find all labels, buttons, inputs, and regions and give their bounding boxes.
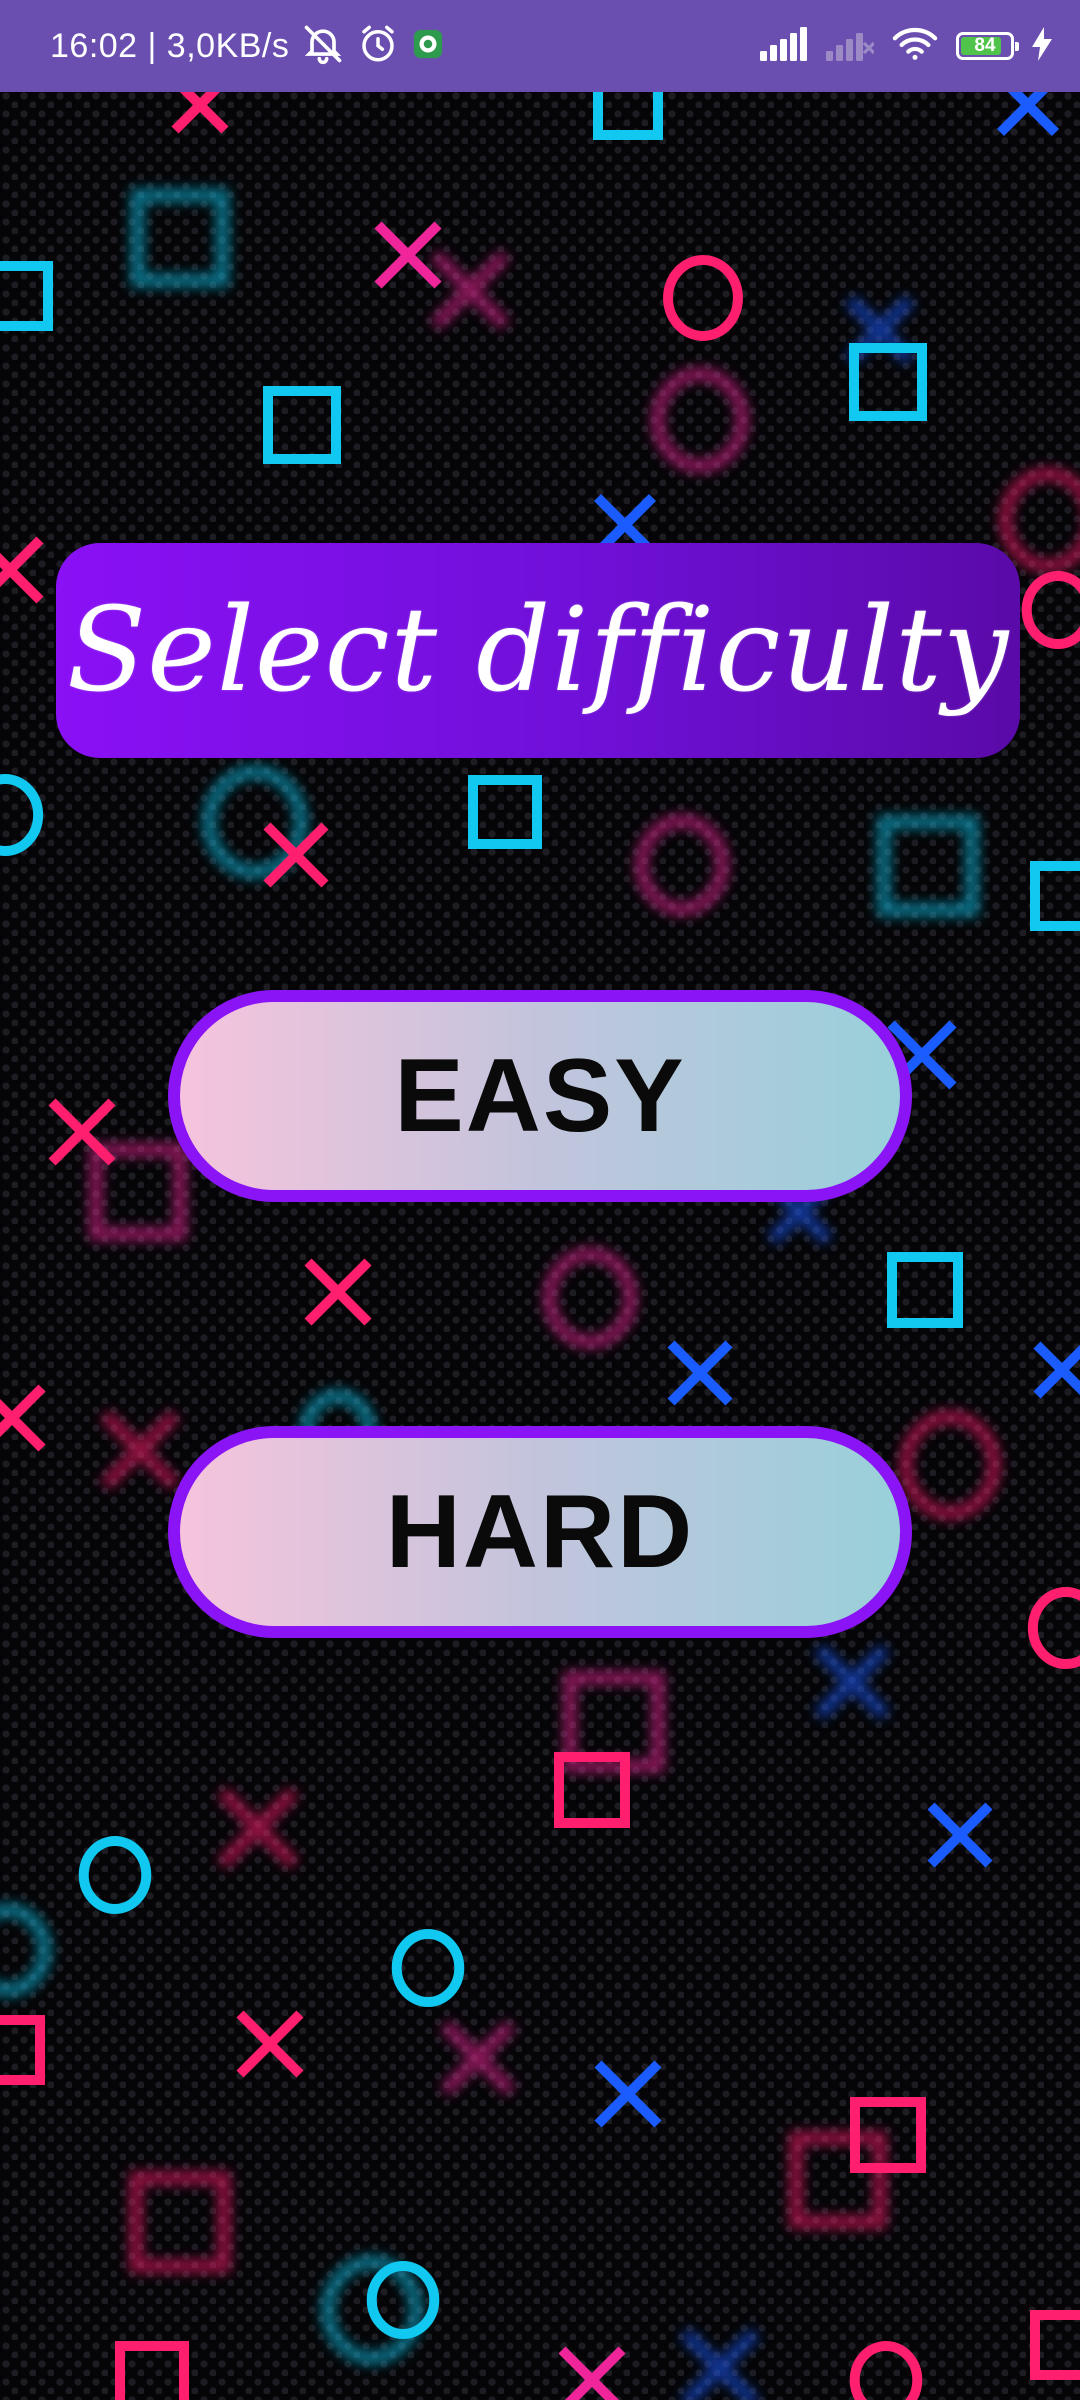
decor-square-symbol	[115, 2341, 189, 2400]
decor-square-symbol	[130, 188, 230, 288]
decor-square-symbol	[877, 815, 979, 917]
status-right: 84	[760, 0, 1052, 92]
decor-x-symbol	[667, 1340, 733, 1406]
app-notification-icon	[411, 27, 445, 65]
battery-icon: 84	[956, 32, 1019, 60]
decor-x-symbol	[814, 1644, 890, 1720]
decor-square-symbol	[1030, 861, 1080, 931]
decor-o-symbol	[650, 367, 750, 473]
decor-square-symbol	[789, 2131, 887, 2229]
decor-square-symbol	[468, 775, 542, 849]
signal-no-service-icon	[826, 27, 876, 65]
decor-x-symbol	[927, 1802, 993, 1868]
decor-x-symbol	[0, 1384, 46, 1452]
title-banner: Select difficulty	[56, 543, 1020, 758]
decor-x-symbol	[0, 536, 44, 604]
decor-x-symbol	[217, 1787, 299, 1869]
alarm-icon	[357, 23, 399, 69]
decor-square-symbol	[0, 2015, 45, 2085]
status-bar: 16:02 | 3,0KB/s 84	[0, 0, 1080, 92]
hard-button[interactable]: HARD	[168, 1426, 912, 1638]
charging-bolt-icon	[1032, 27, 1052, 65]
easy-button[interactable]: EASY	[168, 990, 912, 1202]
decor-o-symbol	[78, 1836, 152, 1914]
decor-x-symbol	[374, 221, 442, 289]
decor-o-symbol	[1027, 1587, 1080, 1669]
decor-x-symbol	[594, 2060, 662, 2128]
decor-o-symbol	[663, 255, 743, 341]
signal-icon	[760, 27, 808, 65]
decor-o-symbol	[634, 814, 730, 916]
easy-button-label: EASY	[394, 1037, 686, 1154]
blurred-symbols	[0, 188, 1080, 2400]
status-left: 16:02 | 3,0KB/s	[50, 0, 445, 92]
decor-square-symbol	[129, 2171, 231, 2273]
decor-o-symbol	[0, 1903, 52, 1997]
battery-level-text: 84	[974, 35, 996, 56]
status-time-speed: 16:02 | 3,0KB/s	[50, 26, 290, 65]
decor-x-symbol	[304, 1258, 372, 1326]
decor-x-symbol	[100, 1410, 180, 1490]
decor-o-symbol	[391, 1929, 465, 2007]
page-title: Select difficulty	[66, 583, 1010, 718]
decor-x-symbol	[558, 2346, 626, 2400]
decor-square-symbol	[1030, 2310, 1080, 2380]
decor-o-symbol	[849, 2341, 923, 2400]
decor-square-symbol	[263, 386, 341, 464]
decor-o-symbol	[542, 1247, 638, 1349]
decor-square-symbol	[887, 1252, 963, 1328]
decor-o-symbol	[898, 1410, 1002, 1520]
decor-square-symbol	[0, 261, 53, 331]
decor-x-symbol	[430, 250, 510, 330]
decor-x-symbol	[680, 2328, 760, 2400]
wifi-icon	[892, 26, 938, 66]
app-screen: 16:02 | 3,0KB/s 84 Select difficulty EAS…	[0, 0, 1080, 2400]
decor-x-symbol	[1033, 1341, 1080, 1399]
decor-o-symbol	[0, 774, 44, 856]
mute-bell-icon	[301, 22, 345, 70]
decor-o-symbol	[998, 467, 1080, 573]
decor-x-symbol	[236, 2010, 304, 2078]
decor-o-symbol	[1021, 571, 1080, 649]
decor-x-symbol	[440, 2020, 516, 2096]
decor-x-symbol	[48, 1098, 116, 1166]
hard-button-label: HARD	[385, 1473, 695, 1590]
